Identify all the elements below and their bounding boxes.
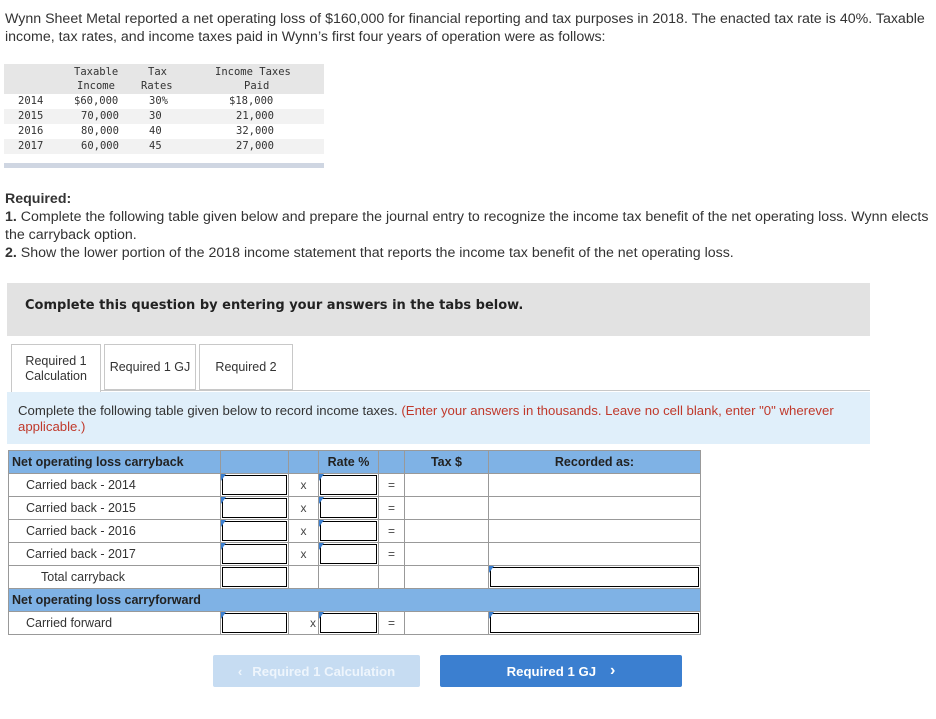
- carryforward-header: Net operating loss carryforward: [8, 588, 701, 612]
- table-header-row: Net operating loss carryback Rate % Tax …: [8, 450, 701, 474]
- recorded-cell: [488, 473, 701, 497]
- total-row: Total carryback: [8, 565, 701, 589]
- forward-loss-input[interactable]: [220, 611, 289, 635]
- problem-intro: Wynn Sheet Metal reported a net operatin…: [5, 11, 925, 45]
- tab-divider: [101, 390, 870, 391]
- carryback-header: Net operating loss carryback: [8, 450, 221, 474]
- banner-text: Complete this question by entering your …: [25, 298, 524, 313]
- tax-column-header: Tax $: [404, 450, 489, 474]
- total-loss-input[interactable]: [220, 565, 289, 589]
- recorded-cell: [488, 542, 701, 566]
- instructions-box: Complete the following table given below…: [7, 392, 870, 444]
- loss-amount-input[interactable]: [220, 496, 289, 520]
- carryback-table: Net operating loss carryback Rate % Tax …: [8, 450, 701, 635]
- header-taxes-line1: Income Taxes: [215, 66, 291, 78]
- recorded-cell: [488, 519, 701, 543]
- header-rate-line2: Rates: [141, 80, 173, 92]
- required-section: Required: 1. Complete the following tabl…: [5, 190, 931, 262]
- header-income-line1: Taxable: [74, 66, 119, 78]
- table-row: 2016 80,000 40 32,000: [18, 125, 274, 137]
- carryforward-row: Carried forward x =: [8, 611, 701, 635]
- rate-input[interactable]: [318, 519, 379, 543]
- rate-input[interactable]: [318, 473, 379, 497]
- table-row: Carried back - 2014 x =: [8, 473, 701, 497]
- table-bottom-bar: [4, 163, 324, 168]
- tax-cell: [404, 473, 489, 497]
- header-rate-line1: Tax: [148, 66, 167, 78]
- chevron-right-icon: ›: [610, 662, 616, 679]
- recorded-column-header: Recorded as:: [488, 450, 701, 474]
- table-row: 2014 $60,000 30% $18,000: [18, 95, 274, 107]
- next-button[interactable]: Required 1 GJ ›: [440, 655, 682, 687]
- carryforward-header-row: Net operating loss carryforward: [8, 588, 701, 612]
- total-carryback-label: Total carryback: [8, 565, 221, 589]
- required-heading: Required:: [5, 191, 72, 207]
- tax-history-header: Taxable Income Tax Rates Income Taxes Pa…: [4, 64, 324, 94]
- header-income-line2: Income: [77, 80, 115, 92]
- forward-recorded-input[interactable]: [488, 611, 701, 635]
- table-row: 2017 60,000 45 27,000: [4, 139, 324, 154]
- tab-required-2[interactable]: Required 2: [199, 344, 293, 390]
- tax-cell: [404, 542, 489, 566]
- table-row: Carried back - 2015 x =: [8, 496, 701, 520]
- tax-cell: [404, 519, 489, 543]
- required-item-1: 1. Complete the following table given be…: [5, 209, 929, 243]
- forward-rate-input[interactable]: [318, 611, 379, 635]
- tab-required-1-calculation[interactable]: Required 1 Calculation: [11, 344, 101, 392]
- table-row: 2015 70,000 30 21,000: [4, 109, 324, 124]
- instruction-text: Complete the following table given below…: [18, 403, 402, 418]
- loss-amount-input[interactable]: [220, 542, 289, 566]
- required-item-2: 2. Show the lower portion of the 2018 in…: [5, 245, 734, 261]
- rate-input[interactable]: [318, 496, 379, 520]
- loss-amount-input[interactable]: [220, 473, 289, 497]
- tax-cell: [404, 496, 489, 520]
- table-row: Carried back - 2017 x =: [8, 542, 701, 566]
- carried-forward-label: Carried forward: [8, 611, 221, 635]
- prev-button[interactable]: ‹ Required 1 Calculation: [213, 655, 420, 687]
- instruction-banner: Complete this question by entering your …: [7, 283, 870, 336]
- forward-tax-cell: [404, 611, 489, 635]
- tab-required-1-gj[interactable]: Required 1 GJ: [104, 344, 196, 390]
- rate-column-header: Rate %: [318, 450, 379, 474]
- recorded-cell: [488, 496, 701, 520]
- table-row: Carried back - 2016 x =: [8, 519, 701, 543]
- loss-amount-input[interactable]: [220, 519, 289, 543]
- total-recorded-input[interactable]: [488, 565, 701, 589]
- tax-history-table: Taxable Income Tax Rates Income Taxes Pa…: [4, 64, 324, 168]
- chevron-left-icon: ‹: [237, 663, 243, 679]
- header-taxes-line2: Paid: [244, 80, 270, 92]
- rate-input[interactable]: [318, 542, 379, 566]
